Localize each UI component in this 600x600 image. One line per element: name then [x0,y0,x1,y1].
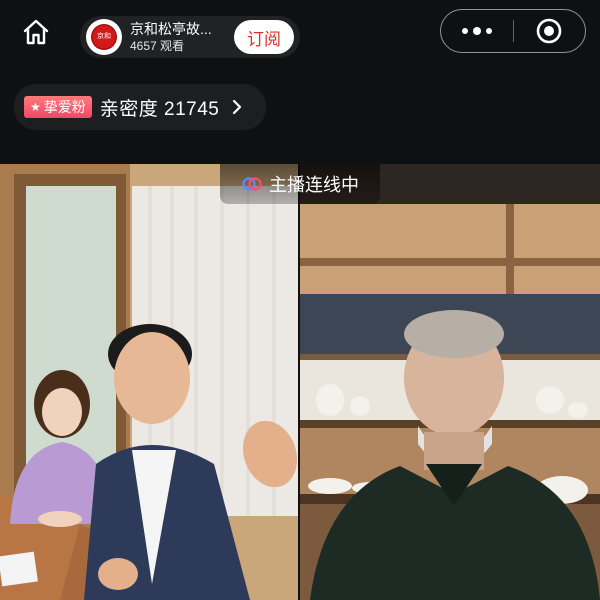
avatar-logo-text: 京和 [97,33,111,40]
link-icon [241,175,263,193]
subscribe-button[interactable]: 订阅 [234,20,294,54]
star-icon: ★ [30,100,41,114]
view-count: 4657 观看 [130,38,185,53]
affinity-bar[interactable]: ★ 挚爱粉 亲密度 21745 [14,84,266,130]
host-card[interactable]: 京和 京和松亭故... 4657 观看 订阅 [80,16,300,58]
video-scene-left [0,164,298,600]
chevron-right-icon [231,99,243,115]
avatar-logo: 京和 [91,24,117,50]
co-host-status: 主播连线中 [220,164,380,204]
more-icon-dot [485,28,492,34]
more-button[interactable] [441,27,513,35]
host-meta: 京和松亭故... 4657 观看 [130,21,238,54]
home-button[interactable] [18,14,54,50]
avatar[interactable]: 京和 [86,19,122,55]
video-feed-left[interactable] [0,164,298,600]
live-room: 京和 京和松亭故... 4657 观看 订阅 ★ 挚爱粉 亲密度 21745 主… [0,0,600,600]
more-icon [461,28,468,34]
co-host-status-label: 主播连线中 [269,175,359,195]
host-name: 京和松亭故... [130,20,212,37]
fan-badge-label: 挚爱粉 [43,99,86,115]
video-scene-right [300,164,600,600]
video-feed-right[interactable] [300,164,600,600]
affinity-value: 亲密度 21745 [99,98,220,120]
more-icon-dot [472,27,481,35]
target-icon [536,18,562,44]
exit-button[interactable] [514,17,586,45]
fan-badge: ★ 挚爱粉 [24,96,92,118]
home-icon [23,19,49,45]
mini-program-capsule [440,9,586,53]
